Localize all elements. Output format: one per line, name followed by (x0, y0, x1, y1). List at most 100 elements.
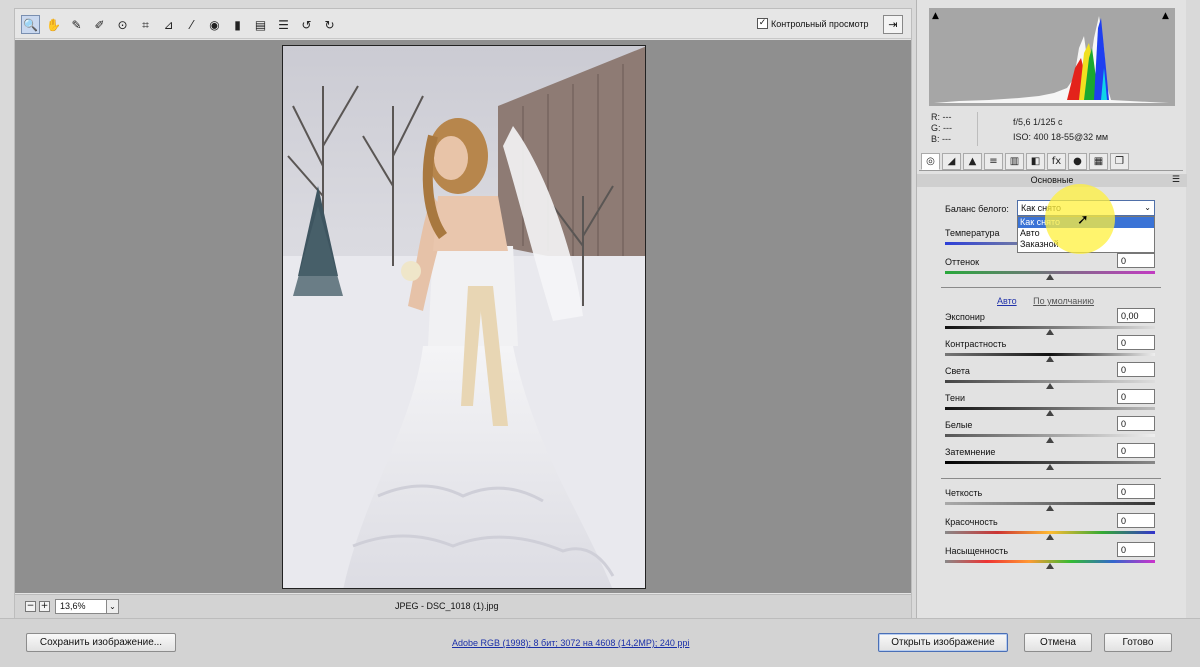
vibrance-slider-thumb[interactable] (1046, 534, 1054, 540)
whites-slider-thumb[interactable] (1046, 437, 1054, 443)
auto-link[interactable]: Авто (997, 296, 1017, 306)
image-pane: 🔍 ✋ ✎ ✐ ⊙ ⌗ ⊿ ⁄ ◉ ▮ ▤ ☰ ↺ ↻ ✓ Контрольный просмотр ⇥ (14, 8, 912, 618)
section-divider (941, 478, 1161, 479)
file-name-label: JPEG - DSC_1018 (1).jpg (395, 601, 499, 611)
detail-tab-icon[interactable]: ▲ (963, 153, 982, 170)
white-balance-tool[interactable]: ✎ (67, 15, 86, 34)
readout-b: B: --- (931, 134, 951, 144)
exif-readout: f/5,6 1/125 с ISO: 400 18-55@32 мм (1013, 115, 1108, 145)
readout-r: R: --- (931, 112, 952, 122)
rotate-right-icon: ↻ (324, 17, 335, 32)
exposure-value-field[interactable]: 0,00 (1117, 308, 1155, 323)
spot-removal-tool[interactable]: ⁄ (182, 15, 201, 34)
red-eye-tool[interactable]: ◉ (205, 15, 224, 34)
preview-label: Контрольный просмотр (771, 18, 869, 29)
photo-preview (282, 45, 646, 589)
wb-option-auto[interactable]: Авто (1018, 228, 1154, 239)
contrast-value-field[interactable]: 0 (1117, 335, 1155, 350)
white-balance-label: Баланс белого: (945, 204, 1009, 214)
eyedropper-icon: ✎ (71, 17, 82, 32)
crop-tool[interactable]: ⌗ (136, 15, 155, 34)
eye-icon: ◉ (209, 17, 220, 32)
done-button[interactable]: Готово (1104, 633, 1172, 652)
basic-tab-icon[interactable]: ◎ (921, 153, 940, 170)
zoom-out-button[interactable]: − (25, 601, 36, 612)
highlights-slider-thumb[interactable] (1046, 383, 1054, 389)
rotate-left-tool[interactable]: ↺ (297, 15, 316, 34)
tint-value-field[interactable]: 0 (1117, 253, 1155, 268)
color-sampler-tool[interactable]: ✐ (90, 15, 109, 34)
straighten-icon: ⊿ (163, 17, 174, 32)
clarity-slider-row: Четкость 0 (945, 484, 1157, 514)
blacks-value-field[interactable]: 0 (1117, 443, 1155, 458)
color-sampler-icon: ✐ (94, 17, 105, 32)
blacks-label: Затемнение (945, 447, 996, 457)
snapshots-tab-icon[interactable]: ❐ (1110, 153, 1129, 170)
highlight-clipping-warning-icon[interactable]: ▲ (1162, 11, 1172, 21)
tint-label: Оттенок (945, 257, 980, 267)
workflow-options-link[interactable]: Adobe RGB (1998); 8 бит; 3072 на 4608 (1… (452, 638, 689, 648)
presets-tab-icon[interactable]: ▦ (1089, 153, 1108, 170)
saturation-value-field[interactable]: 0 (1117, 542, 1155, 557)
saturation-slider-thumb[interactable] (1046, 563, 1054, 569)
cancel-button[interactable]: Отмена (1024, 633, 1092, 652)
crop-icon: ⌗ (142, 17, 149, 32)
shadows-value-field[interactable]: 0 (1117, 389, 1155, 404)
clarity-slider-thumb[interactable] (1046, 505, 1054, 511)
targeted-adjustment-tool[interactable]: ⊙ (113, 15, 132, 34)
zoom-tool[interactable]: 🔍 (21, 15, 40, 34)
preview-toggle[interactable]: ✓ Контрольный просмотр (757, 18, 869, 29)
fullscreen-button[interactable]: ⇥ (883, 15, 903, 34)
mouse-cursor-icon: ➚ (1077, 212, 1089, 228)
exposure-slider-thumb[interactable] (1046, 329, 1054, 335)
status-bar: − + 13,6% ⌄ JPEG - DSC_1018 (1).jpg (15, 594, 911, 618)
blacks-slider-thumb[interactable] (1046, 464, 1054, 470)
exposure-label: Экспонир (945, 312, 985, 322)
zoom-icon: 🔍 (23, 17, 38, 32)
target-icon: ⊙ (117, 17, 128, 32)
whites-label: Белые (945, 420, 973, 430)
rotate-right-tool[interactable]: ↻ (320, 15, 339, 34)
panel-menu-icon[interactable]: ☰ (1172, 174, 1180, 187)
list-icon: ☰ (278, 17, 289, 32)
camera-calibration-tab-icon[interactable]: ● (1068, 153, 1087, 170)
clarity-value-field[interactable]: 0 (1117, 484, 1155, 499)
saturation-slider-row: Насыщенность 0 (945, 542, 1157, 572)
hsl-tab-icon[interactable]: ≡ (984, 153, 1003, 170)
tint-slider-thumb[interactable] (1046, 274, 1054, 280)
saturation-label: Насыщенность (945, 546, 1009, 556)
graduated-filter-tool[interactable]: ▤ (251, 15, 270, 34)
effects-tab-icon[interactable]: fx (1047, 153, 1066, 170)
histogram-graph (934, 16, 1169, 103)
default-link[interactable]: По умолчанию (1033, 296, 1094, 306)
whites-value-field[interactable]: 0 (1117, 416, 1155, 431)
tone-curve-tab-icon[interactable]: ◢ (942, 153, 961, 170)
zoom-dropdown-button[interactable]: ⌄ (106, 599, 119, 614)
clarity-label: Четкость (945, 488, 983, 498)
straighten-tool[interactable]: ⊿ (159, 15, 178, 34)
preview-checkbox[interactable]: ✓ (757, 18, 768, 29)
lens-corrections-tab-icon[interactable]: ◧ (1026, 153, 1045, 170)
wb-option-custom[interactable]: Заказной (1018, 239, 1154, 250)
open-image-button[interactable]: Открыть изображение (878, 633, 1008, 652)
highlights-value-field[interactable]: 0 (1117, 362, 1155, 377)
auto-default-links: Авто По умолчанию (997, 296, 1094, 306)
temperature-label: Температура (945, 228, 1000, 238)
adjustments-panel: ▲ ▲ R: --- G: --- B: --- f/5,6 1/125 с I… (916, 0, 1187, 618)
vibrance-value-field[interactable]: 0 (1117, 513, 1155, 528)
shadow-clipping-warning-icon[interactable]: ▲ (932, 11, 942, 21)
vibrance-label: Красочность (945, 517, 998, 527)
contrast-slider-thumb[interactable] (1046, 356, 1054, 362)
white-balance-value: Как снято (1021, 203, 1062, 213)
image-canvas[interactable] (15, 40, 911, 593)
adjustment-brush-icon: ▮ (234, 17, 241, 32)
zoom-in-button[interactable]: + (39, 601, 50, 612)
hand-tool[interactable]: ✋ (44, 15, 63, 34)
save-image-button[interactable]: Сохранить изображение... (26, 633, 176, 652)
zoom-level-field[interactable]: 13,6% (55, 599, 107, 614)
shadows-slider-thumb[interactable] (1046, 410, 1054, 416)
preferences-tool[interactable]: ☰ (274, 15, 293, 34)
adjustment-brush-tool[interactable]: ▮ (228, 15, 247, 34)
split-toning-tab-icon[interactable]: ▥ (1005, 153, 1024, 170)
section-divider (941, 287, 1161, 288)
